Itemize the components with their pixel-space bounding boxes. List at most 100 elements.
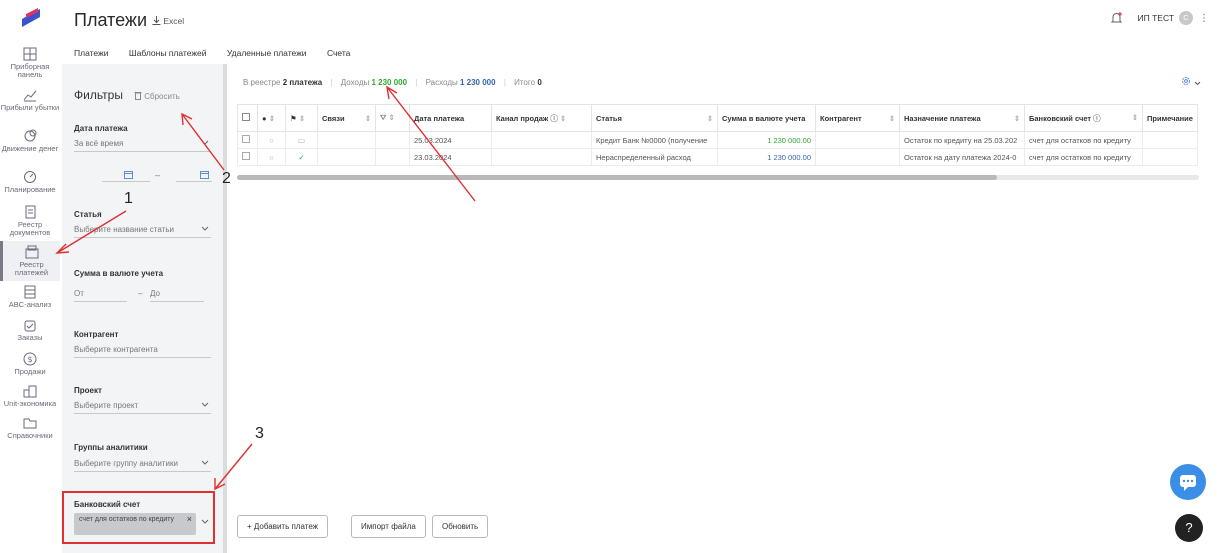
status-circle-icon[interactable]: ○ bbox=[257, 148, 286, 166]
bell-icon[interactable] bbox=[1110, 12, 1122, 24]
rail-label: ABC-анализ bbox=[8, 300, 52, 309]
project-placeholder: Выберите проект bbox=[74, 401, 139, 410]
article-column[interactable]: Статья ⇕ bbox=[591, 104, 718, 132]
rail-item-abc[interactable]: ABC-анализ bbox=[0, 285, 60, 309]
sum-from-input[interactable]: От bbox=[74, 288, 127, 302]
bank-column[interactable]: Банковский счет ⓘ ⇕ bbox=[1024, 104, 1143, 132]
total-value: 0 bbox=[537, 78, 542, 87]
contractor-input[interactable]: Выберите контрагента bbox=[74, 344, 211, 358]
app-logo-icon bbox=[22, 8, 40, 27]
refresh-button[interactable]: Обновить bbox=[432, 515, 489, 538]
check-icon[interactable]: ✓ bbox=[285, 148, 318, 166]
sum-cell: 1 230 000.00 bbox=[717, 148, 816, 166]
annotation-label-1: 1 bbox=[124, 190, 133, 207]
user-menu[interactable]: ИП ТЕСТ С ⋮ bbox=[1110, 11, 1209, 25]
chevron-down-icon[interactable] bbox=[201, 519, 209, 525]
table-horizontal-scrollbar[interactable] bbox=[237, 175, 1199, 180]
payments-registry-icon bbox=[25, 245, 38, 259]
rail-item-unit-economy[interactable]: Unit-экономика bbox=[0, 384, 60, 408]
date-column[interactable]: Дата платежа bbox=[409, 104, 492, 132]
date-period-select[interactable]: За всё время bbox=[74, 138, 211, 152]
rail-label: Реестр платежей bbox=[14, 260, 49, 277]
row-checkbox[interactable] bbox=[237, 131, 258, 149]
chip-close-icon[interactable]: × bbox=[187, 514, 192, 524]
filter-column[interactable]: ⛛ ⇕ bbox=[375, 104, 410, 132]
filter-cell bbox=[375, 131, 410, 149]
flag-column[interactable]: ⚑ ⇕ bbox=[285, 104, 318, 132]
trash-icon bbox=[134, 92, 142, 100]
rail-item-orders[interactable]: Заказы bbox=[0, 318, 60, 342]
download-icon bbox=[152, 16, 161, 25]
table-row[interactable]: ○ ▭ 25.03.2024 Кредит Банк №0000 (получе… bbox=[237, 131, 1198, 149]
calendar-icon bbox=[200, 171, 209, 179]
sum-column[interactable]: Сумма в валюте учета bbox=[717, 104, 816, 132]
project-select[interactable]: Выберите проект bbox=[74, 400, 211, 414]
summary-bar: В реестре 2 платежа | Доходы 1 230 000 |… bbox=[243, 78, 542, 87]
rail-item-dashboard[interactable]: Приборная панель bbox=[0, 47, 60, 79]
row-checkbox[interactable] bbox=[237, 148, 258, 166]
purpose-column[interactable]: Назначение платежа ⇕ bbox=[899, 104, 1025, 132]
rail-label: Unit-экономика bbox=[3, 399, 57, 408]
column-settings-button[interactable] bbox=[1181, 76, 1201, 88]
links-column[interactable]: Связи ⇕ bbox=[317, 104, 376, 132]
rail-item-planning[interactable]: Планирование bbox=[0, 170, 60, 194]
status-circle-icon[interactable]: ○ bbox=[257, 131, 286, 149]
sort-icon: ⇕ bbox=[1013, 113, 1020, 123]
contractor-column[interactable]: Контрагент ⇕ bbox=[815, 104, 900, 132]
rail-item-documents[interactable]: Реестр документов bbox=[0, 205, 60, 237]
total-label: Итого bbox=[514, 78, 536, 87]
rail-label: Приборная панель bbox=[10, 62, 50, 79]
rail-label: Движение денег bbox=[1, 144, 59, 153]
channel-column[interactable]: Канал продаж ⓘ ⇕ bbox=[491, 104, 592, 132]
article-select[interactable]: Выберите название статьи bbox=[74, 224, 211, 238]
unit-economy-icon bbox=[23, 385, 37, 398]
add-payment-button[interactable]: + Добавить платеж bbox=[237, 515, 329, 538]
calendar-icon[interactable]: ▭ bbox=[285, 131, 318, 149]
chat-button[interactable] bbox=[1170, 464, 1206, 500]
sum-to-input[interactable]: До bbox=[150, 288, 204, 302]
abc-icon bbox=[24, 285, 36, 299]
reset-filters-button[interactable]: Сбросить bbox=[134, 91, 180, 101]
more-vertical-icon[interactable]: ⋮ bbox=[1199, 13, 1209, 24]
article-cell: Нераспределенный расход bbox=[591, 148, 718, 166]
status-column[interactable]: ● ⇕ bbox=[257, 104, 286, 132]
sales-icon: $ bbox=[23, 352, 37, 366]
sum-header: Сумма в валюте учета bbox=[722, 113, 806, 123]
note-column[interactable]: Примечание bbox=[1142, 104, 1198, 132]
bank-account-chip[interactable]: счет для остатков по кредиту × bbox=[74, 513, 196, 535]
avatar[interactable]: С bbox=[1179, 11, 1193, 25]
registry-count: 2 платежа bbox=[282, 78, 323, 87]
flag-icon: ⚑ bbox=[290, 113, 297, 123]
links-cell bbox=[317, 148, 376, 166]
date-from-input[interactable] bbox=[102, 168, 150, 182]
help-button[interactable]: ? bbox=[1175, 514, 1203, 542]
rail-item-cashflow[interactable]: Движение денег bbox=[0, 129, 60, 153]
rail-item-profit[interactable]: Прибыли убытки bbox=[0, 88, 60, 112]
filter-icon: ⛛ bbox=[380, 113, 387, 122]
select-all-checkbox[interactable] bbox=[237, 104, 258, 132]
sort-icon: ⇕ bbox=[888, 113, 895, 123]
gear-icon bbox=[1182, 77, 1190, 85]
rail-item-sales[interactable]: $ Продажи bbox=[0, 352, 60, 376]
chevron-down-icon bbox=[201, 460, 209, 465]
sort-icon: ⇕ bbox=[1131, 112, 1138, 122]
groups-filter-label: Группы аналитики bbox=[74, 443, 148, 452]
groups-select[interactable]: Выберите группу аналитики bbox=[74, 458, 211, 472]
sort-icon: ⇕ bbox=[268, 113, 275, 123]
left-navigation: Приборная панель Прибыли убытки Движение… bbox=[0, 0, 60, 553]
expense-label: Расходы bbox=[425, 78, 458, 87]
date-cell: 25.03.2024 bbox=[409, 131, 492, 149]
rail-item-payments-registry[interactable]: Реестр платежей bbox=[0, 241, 60, 281]
import-file-button[interactable]: Импорт файла bbox=[351, 515, 426, 538]
chevron-down-icon bbox=[1194, 81, 1200, 86]
scroll-thumb[interactable] bbox=[237, 175, 997, 180]
date-to-input[interactable] bbox=[176, 168, 212, 182]
filters-scrollbar[interactable] bbox=[223, 64, 227, 553]
rail-item-references[interactable]: Справочники bbox=[0, 416, 60, 440]
registry-prefix: В реестре bbox=[243, 78, 281, 87]
help-icon: ⓘ bbox=[1093, 113, 1101, 123]
chevron-down-icon bbox=[201, 402, 209, 407]
table-row[interactable]: ○ ✓ 23.03.2024 Нераспределенный расход 1… bbox=[237, 148, 1198, 166]
excel-export-button[interactable]: Excel bbox=[152, 16, 184, 26]
date-filter-label: Дата платежа bbox=[74, 124, 128, 133]
